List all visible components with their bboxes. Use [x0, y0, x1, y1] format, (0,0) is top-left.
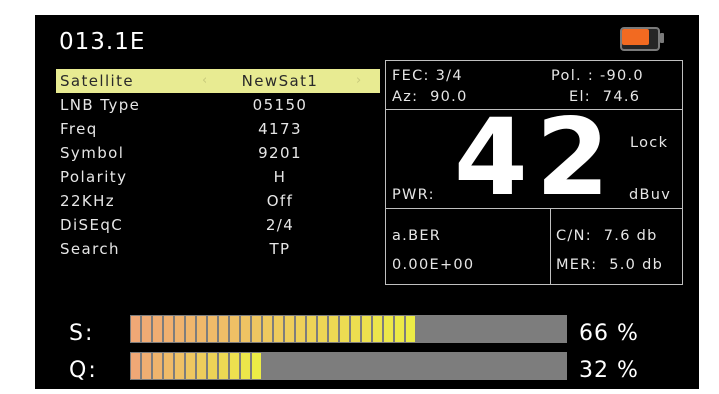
signal-bar-segment: [241, 316, 250, 342]
fec-readout: FEC: 3/4: [392, 68, 463, 84]
menu-row-diseqc[interactable]: DiSEqC 2/4: [56, 213, 380, 237]
quality-bar-segment: [219, 353, 228, 379]
quality-bar-segment: [252, 353, 261, 379]
signal-bar-segment: [219, 316, 228, 342]
quality-bar-segment: [186, 353, 195, 379]
menu-label: LNB Type: [60, 96, 141, 114]
menu-row-22khz[interactable]: 22KHz Off: [56, 189, 380, 213]
power-label: PWR:: [392, 187, 435, 203]
polarization-readout: Pol. : -90.0: [551, 68, 644, 84]
satellite-position-title: 013.1E: [59, 29, 146, 55]
menu-value: NewSat1: [241, 72, 319, 90]
signal-info-panel: FEC: 3/4 Pol. : -90.0 Az: 90.0 El: 74.6 …: [385, 60, 683, 285]
signal-bar-segment: [186, 316, 195, 342]
signal-bar-segment: [307, 316, 316, 342]
signal-bar-segment: [263, 316, 272, 342]
signal-bar-segment: [329, 316, 338, 342]
menu-value: 05150: [252, 96, 308, 114]
signal-bar-segment: [362, 316, 371, 342]
menu-value: 9201: [258, 144, 302, 162]
aber-value: 0.00E+00: [392, 257, 475, 273]
signal-bar-segment: [285, 316, 294, 342]
menu-label: Freq: [60, 120, 98, 138]
menu-label: DiSEqC: [60, 216, 124, 234]
signal-bar-segment: [131, 316, 140, 342]
signal-bar-segment: [142, 316, 151, 342]
signal-bar-segment: [340, 316, 349, 342]
menu-row-symbol[interactable]: Symbol 9201: [56, 141, 380, 165]
signal-bar-segment: [274, 316, 283, 342]
signal-bar-segment: [406, 316, 415, 342]
mer-readout: MER: 5.0 db: [556, 257, 664, 273]
signal-bar-segment: [175, 316, 184, 342]
menu-row-search[interactable]: Search TP: [56, 237, 380, 261]
quality-bar-segment: [197, 353, 206, 379]
signal-bar-segment: [230, 316, 239, 342]
signal-bar-segment: [208, 316, 217, 342]
menu-row-freq[interactable]: Freq 4173: [56, 117, 380, 141]
menu-label: Polarity: [60, 168, 128, 186]
signal-bar-segment: [373, 316, 382, 342]
arrow-left-icon[interactable]: ‹: [202, 69, 209, 93]
signal-bar-segment: [351, 316, 360, 342]
quality-bar-segment: [241, 353, 250, 379]
quality-bar-segment: [208, 353, 217, 379]
menu-value: 2/4: [265, 216, 295, 234]
menu-row-satellite[interactable]: Satellite ‹ NewSat1 ›: [56, 69, 380, 93]
menu-label: Symbol: [60, 144, 125, 162]
signal-bar-segment: [252, 316, 261, 342]
signal-bar-segment: [164, 316, 173, 342]
signal-label: S:: [69, 321, 95, 346]
signal-bar-segment: [318, 316, 327, 342]
power-unit: dBuv: [629, 187, 672, 203]
menu-label: 22KHz: [60, 192, 116, 210]
quality-bar-segment: [142, 353, 151, 379]
menu-label: Search: [60, 240, 120, 258]
menu-value: H: [273, 168, 287, 186]
signal-bar-segment: [296, 316, 305, 342]
quality-label: Q:: [69, 358, 98, 383]
menu-value: Off: [266, 192, 294, 210]
menu-value: TP: [269, 240, 291, 258]
signal-bar-segment: [384, 316, 393, 342]
cn-readout: C/N: 7.6 db: [556, 228, 658, 244]
aber-label: a.BER: [392, 228, 442, 244]
quality-bar-segment: [153, 353, 162, 379]
menu-label: Satellite: [60, 72, 135, 90]
signal-strength-bar: [130, 315, 567, 343]
signal-bar-segment: [153, 316, 162, 342]
menu-row-lnb-type[interactable]: LNB Type 05150: [56, 93, 380, 117]
quality-percent: 32 %: [579, 358, 639, 383]
meter-screen: 013.1E Satellite ‹ NewSat1 › LNB Type 05…: [35, 15, 699, 389]
arrow-right-icon[interactable]: ›: [356, 69, 363, 93]
signal-percent: 66 %: [579, 321, 639, 346]
quality-bar-segment: [175, 353, 184, 379]
battery-icon: [620, 27, 664, 51]
power-value: 42: [454, 96, 618, 219]
menu-value: 4173: [258, 120, 302, 138]
signal-bar-segment: [197, 316, 206, 342]
quality-bar-segment: [164, 353, 173, 379]
menu-row-polarity[interactable]: Polarity H: [56, 165, 380, 189]
quality-bar-segment: [230, 353, 239, 379]
lock-status: Lock: [630, 135, 669, 151]
signal-bar-segment: [395, 316, 404, 342]
quality-bar-segment: [131, 353, 140, 379]
settings-menu: Satellite ‹ NewSat1 › LNB Type 05150 Fre…: [56, 69, 380, 261]
signal-quality-bar: [130, 352, 567, 380]
